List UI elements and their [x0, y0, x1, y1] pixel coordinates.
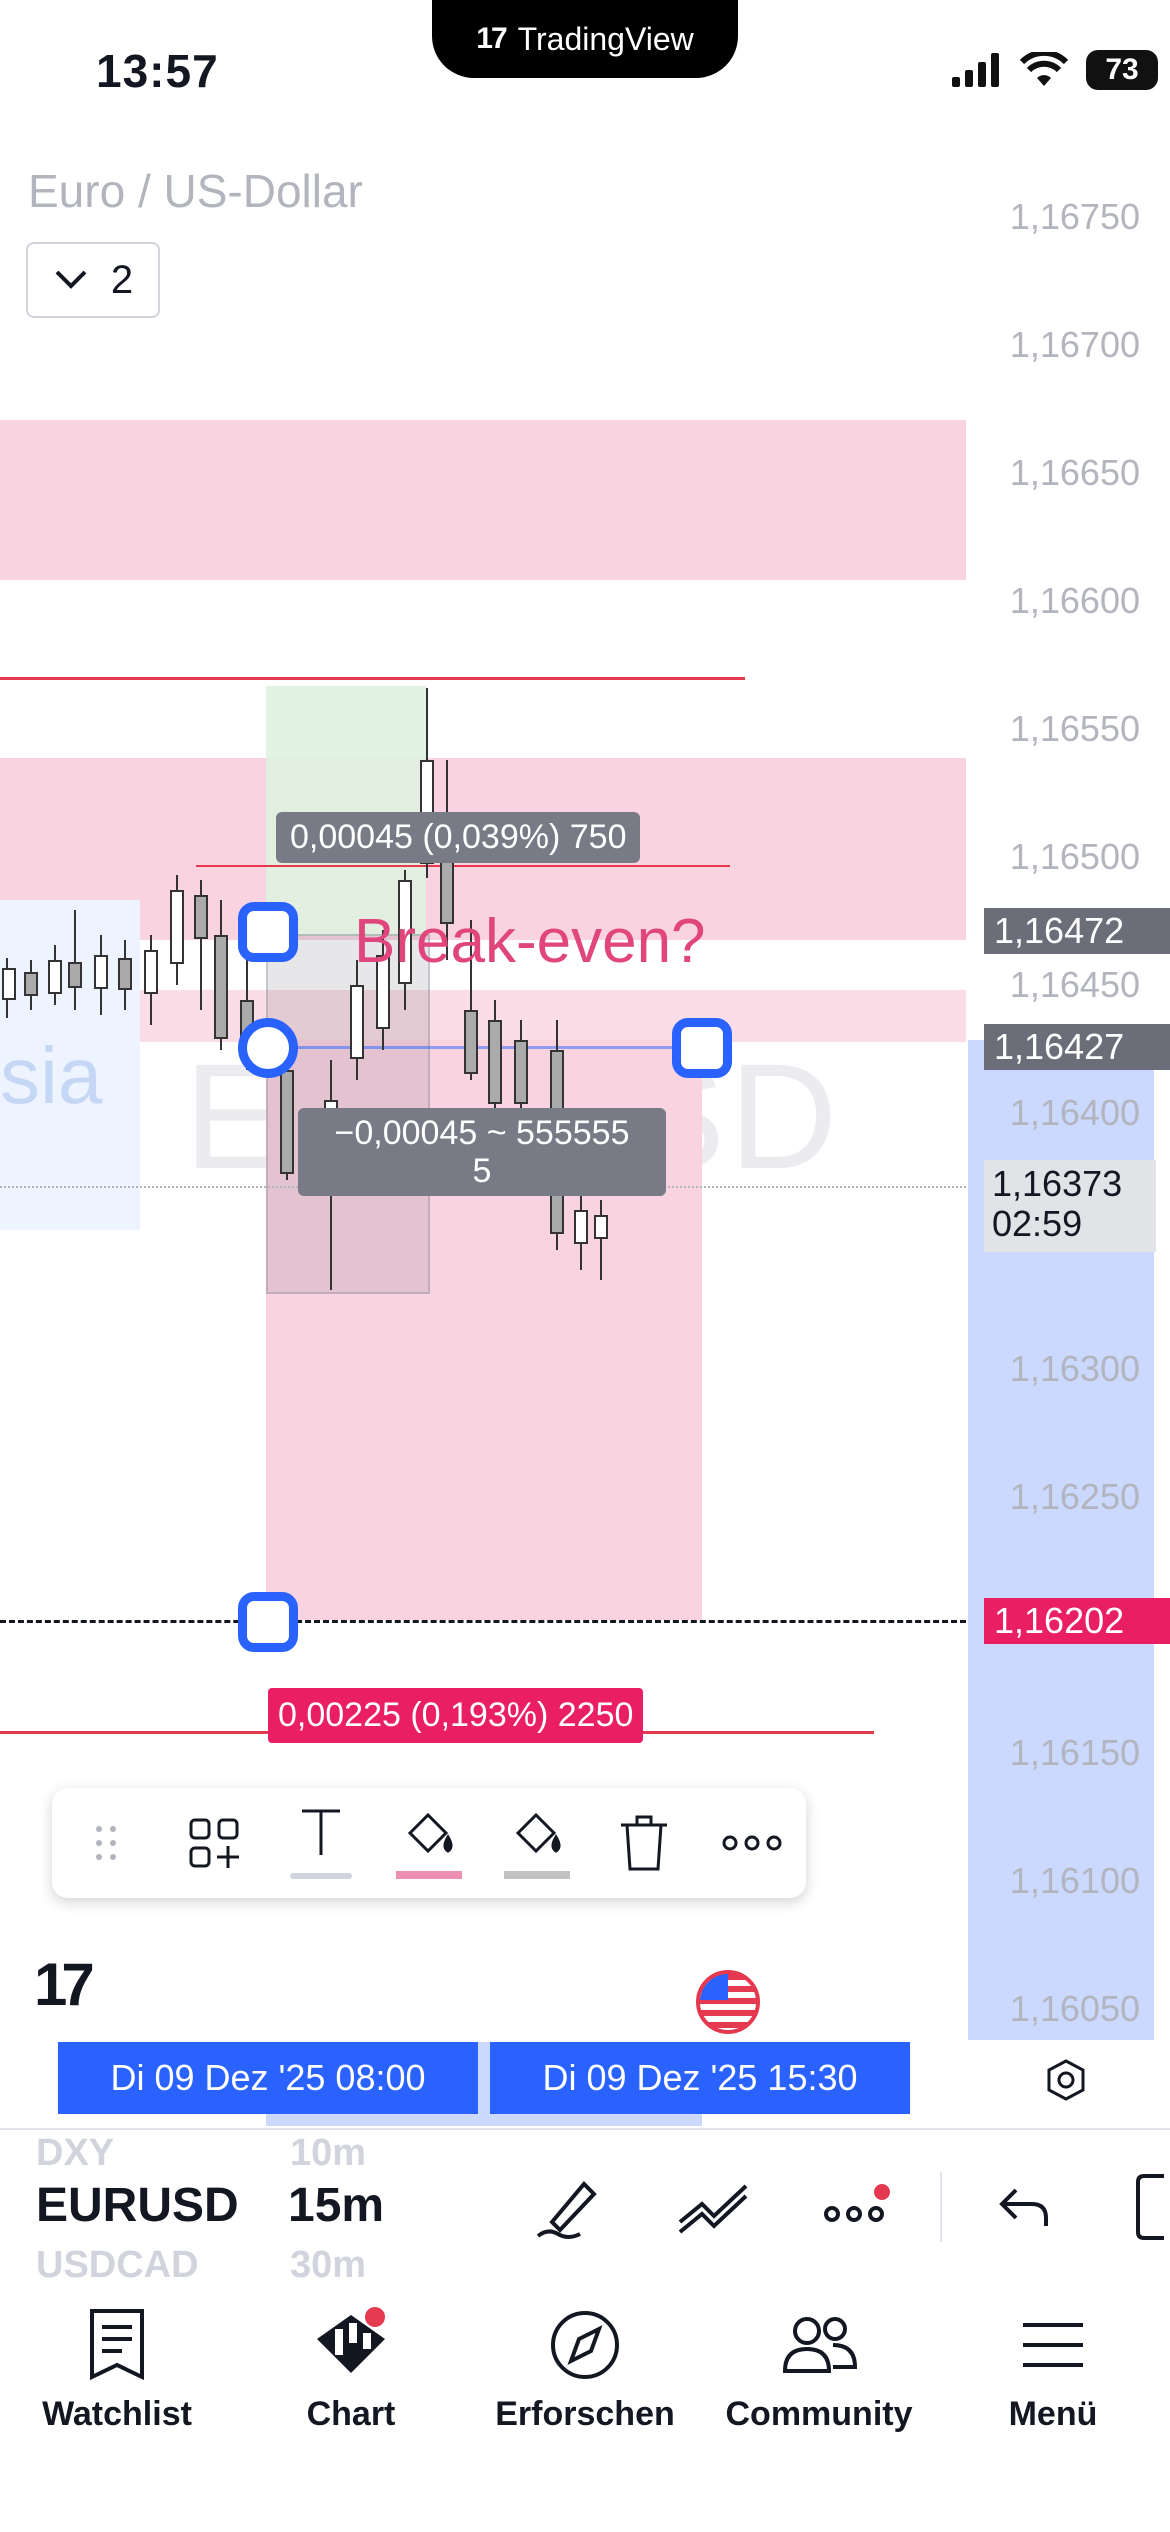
current-price: 1,16373 [992, 1163, 1123, 1204]
price-axis-label: 1,16700 [1009, 324, 1140, 365]
price-tag-stop: 1,16202 [984, 1598, 1170, 1644]
pair-title[interactable]: Euro / US-Dollar [28, 164, 363, 218]
position-handle-stop[interactable] [238, 1592, 298, 1652]
text-icon[interactable] [285, 1798, 357, 1888]
layer-count: 2 [110, 257, 134, 302]
compass-icon [551, 2311, 619, 2379]
chart-icon [317, 2307, 385, 2373]
menu-icon [1023, 2323, 1083, 2367]
price-axis-label: 1,16050 [1009, 1988, 1140, 2029]
nav-community[interactable]: Community [702, 2285, 936, 2532]
nav-label: Community [725, 2395, 913, 2433]
status-icons: 73 [952, 50, 1158, 90]
time-axis-end: Di 09 Dez '25 15:30 [490, 2042, 910, 2114]
price-axis-label: 1,16400 [1009, 1092, 1140, 1133]
ruler-bottom-label[interactable]: −0,00045 ~ 555555 5 [298, 1108, 666, 1196]
time-axis-start: Di 09 Dez '25 08:00 [58, 2042, 478, 2114]
position-handle-top[interactable] [238, 902, 298, 962]
price-axis-label: 1,16600 [1009, 580, 1140, 621]
toolbar-divider [940, 2172, 942, 2242]
layers-toggle-button[interactable]: 2 [26, 242, 160, 318]
nav-menu[interactable]: Menü [936, 2285, 1170, 2532]
stop-line[interactable] [0, 1620, 966, 1623]
more-tools-icon[interactable] [822, 2182, 892, 2237]
nav-watchlist[interactable]: Watchlist [0, 2285, 234, 2532]
fullscreen-icon[interactable] [1134, 2172, 1170, 2247]
annotation-text[interactable]: Break-even? [354, 906, 706, 977]
position-handle-right[interactable] [672, 1018, 732, 1078]
chevron-down-icon [55, 270, 87, 289]
nav-label: Erforschen [495, 2395, 675, 2433]
ruler-bottom-line1: −0,00045 ~ 555555 [334, 1114, 630, 1152]
price-tag-upper: 1,16472 [984, 908, 1170, 954]
nav-explore[interactable]: Erforschen [468, 2285, 702, 2532]
price-axis-label: 1,16550 [1009, 708, 1140, 749]
drag-handle-icon[interactable] [70, 1798, 142, 1888]
interval-selector[interactable]: 15m [288, 2178, 384, 2233]
price-axis-label: 1,16750 [1009, 196, 1140, 237]
price-axis-label: 1,16500 [1009, 836, 1140, 877]
draw-pen-icon[interactable] [534, 2172, 604, 2247]
symbol-selector[interactable]: EURUSD [36, 2178, 239, 2233]
price-axis-label: 1,16100 [1009, 1860, 1140, 1901]
symbol-prev[interactable]: DXY [36, 2132, 114, 2175]
line-color-icon[interactable] [393, 1798, 465, 1888]
watchlist-icon [90, 2309, 144, 2381]
drawing-toolbar [52, 1788, 806, 1898]
position-handle-entry[interactable] [238, 1018, 298, 1078]
interval-prev[interactable]: 10m [290, 2132, 366, 2175]
nav-label: Watchlist [42, 2395, 192, 2433]
ruler-bottom-line2: 5 [472, 1152, 492, 1190]
battery-indicator: 73 [1086, 50, 1158, 90]
nav-label: Chart [306, 2395, 396, 2433]
bottom-navigation: Watchlist Chart Erforschen Community Men… [0, 2285, 1170, 2532]
nav-label: Menü [1008, 2395, 1098, 2433]
symbol-toolbar: DXY EURUSD USDCAD 10m 15m 30m [0, 2128, 1170, 2287]
chart-settings-icon[interactable] [1044, 2058, 1088, 2107]
trash-icon[interactable] [608, 1798, 680, 1888]
more-icon[interactable] [716, 1798, 788, 1888]
price-axis-label: 1,16450 [1009, 964, 1140, 1005]
bar-countdown: 02:59 [992, 1203, 1083, 1244]
community-icon [782, 2317, 858, 2373]
price-axis-label: 1,16150 [1009, 1732, 1140, 1773]
trendline-icon[interactable] [676, 2172, 750, 2247]
current-price-tag: 1,16373 02:59 [984, 1160, 1156, 1252]
price-axis-label: 1,16250 [1009, 1476, 1140, 1517]
nav-chart[interactable]: Chart [234, 2285, 468, 2532]
undo-icon[interactable] [996, 2182, 1052, 2237]
add-object-icon[interactable] [178, 1798, 250, 1888]
tradingview-logo-icon: 17 [34, 1951, 95, 2018]
fill-color-icon[interactable] [501, 1798, 573, 1888]
price-axis-label: 1,16650 [1009, 452, 1140, 493]
us-flag-icon[interactable] [696, 1970, 760, 2034]
wifi-icon [1020, 52, 1068, 86]
target-label[interactable]: 0,00225 (0,193%) 2250 [268, 1688, 644, 1743]
price-tag-entry: 1,16427 [984, 1024, 1170, 1070]
ruler-top-label[interactable]: 0,00045 (0,039%) 750 [276, 812, 641, 863]
interval-next[interactable]: 30m [290, 2244, 366, 2287]
price-axis-label: 1,16300 [1009, 1348, 1140, 1389]
symbol-next[interactable]: USDCAD [36, 2244, 199, 2287]
